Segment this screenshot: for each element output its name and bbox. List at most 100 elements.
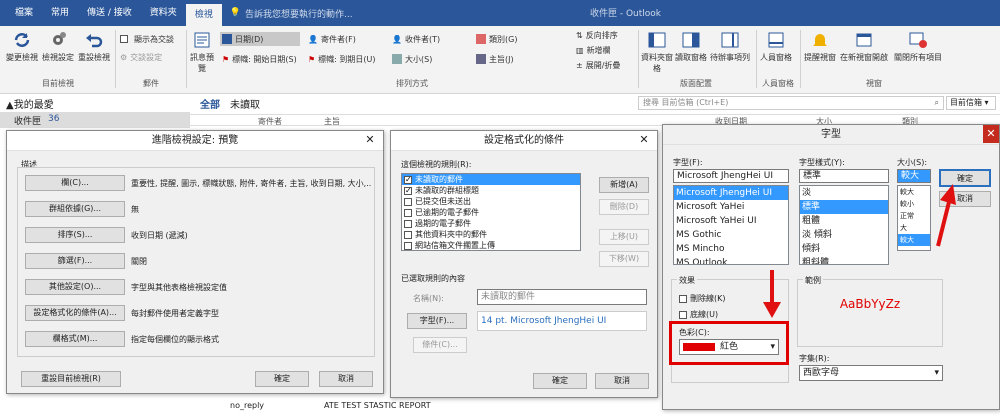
people-icon (768, 32, 784, 48)
checkbox-icon[interactable] (404, 241, 412, 250)
list-item[interactable]: 粗體 (800, 214, 888, 228)
reset-view-dialog-button[interactable]: 重設目前檢視(R) (21, 371, 121, 387)
close-all-button[interactable]: 關閉所有項目 (890, 30, 946, 63)
close-icon[interactable]: ✕ (983, 125, 999, 143)
arrange-subject[interactable]: 主旨(J) (474, 52, 516, 66)
open-new-window-button[interactable]: 在新視窗開啟 (838, 30, 890, 63)
favorites-header[interactable]: ▲我的最愛 (6, 96, 54, 111)
list-item[interactable]: 未讀取的群組標題 (402, 185, 580, 196)
rules-list[interactable]: 未讀取的郵件未讀取的群組標題已提交但未送出已逾期的電子郵件過期的電子郵件其他資料… (401, 173, 581, 251)
delete-rule-button[interactable]: 刪除(D) (599, 199, 649, 215)
adv-row-button[interactable]: 群組依據(G)... (25, 201, 125, 217)
font-style-field[interactable]: 標準 (799, 169, 889, 183)
adv-row-button[interactable]: 排序(S)... (25, 227, 125, 243)
close-icon[interactable]: ✕ (361, 131, 379, 149)
close-icon[interactable]: ✕ (635, 131, 653, 149)
font-name-field[interactable]: Microsoft JhengHei UI (673, 169, 789, 183)
list-item[interactable]: 未讀取的郵件 (402, 174, 580, 185)
font-button[interactable]: 字型(F)... (407, 313, 467, 329)
list-item[interactable]: MS Outlook (674, 256, 788, 264)
strikethrough-checkbox[interactable]: 刪除線(K) (679, 293, 726, 304)
list-item[interactable]: MS Gothic (674, 228, 788, 242)
underline-checkbox[interactable]: 底線(U) (679, 309, 718, 320)
list-item[interactable]: 粗斜體 (800, 256, 888, 264)
adv-row-button[interactable]: 其他設定(O)... (25, 279, 125, 295)
reading-pane-button[interactable]: 讀取窗格 (674, 30, 708, 63)
adv-row-button[interactable]: 篩選(F)... (25, 253, 125, 269)
list-item[interactable]: 淡 (800, 186, 888, 200)
rules-label: 這個檢視的規則(R): (401, 160, 472, 169)
message-preview-button[interactable]: 訊息預覽 (188, 30, 216, 74)
cancel-button[interactable]: 取消 (319, 371, 373, 387)
checkbox-icon[interactable] (404, 230, 412, 239)
reverse-sort-button[interactable]: ⇅ 反向排序 (574, 28, 620, 42)
tell-me-box[interactable]: 💡 告訴我您想要執行的動作... (230, 7, 353, 20)
list-item[interactable]: Microsoft YaHei (674, 200, 788, 214)
arrange-date[interactable]: 日期(D) (220, 32, 300, 46)
change-view-button[interactable]: 變更檢視 (4, 30, 40, 63)
script-select[interactable]: 西歐字母 ▾ (799, 365, 943, 381)
move-up-button[interactable]: 上移(U) (599, 229, 649, 245)
filter-all[interactable]: 全部 (200, 96, 220, 111)
move-down-button[interactable]: 下移(W) (599, 251, 649, 267)
adv-row-button[interactable]: 欄(C)... (25, 175, 125, 191)
list-item[interactable]: 過期的電子郵件 (402, 218, 580, 229)
people-pane-button[interactable]: 人員窗格 (758, 30, 794, 63)
show-as-conversation-checkbox[interactable]: 顯示為交談 (118, 32, 176, 46)
reset-view-button[interactable]: 重設檢視 (76, 30, 112, 63)
inbox-folder[interactable]: 收件匣 36 (0, 112, 190, 128)
col-from[interactable]: 寄件者 (258, 116, 282, 127)
sort-icon: ⇅ (576, 30, 583, 40)
mailbox-scope-select[interactable]: 目前信箱 ▾ (946, 96, 996, 110)
tab-folder[interactable]: 資料夾 (141, 4, 186, 22)
list-item[interactable]: 傾斜 (800, 242, 888, 256)
tab-home[interactable]: 常用 (42, 4, 78, 22)
add-rule-button[interactable]: 新增(A) (599, 177, 649, 193)
search-input[interactable]: 搜尋 目前信箱 (Ctrl+E) ⌕ (638, 96, 944, 110)
add-columns-button[interactable]: ▥ 新增欄 (574, 43, 613, 57)
arrange-categories[interactable]: 類別(G) (474, 32, 519, 46)
ok-button[interactable]: 確定 (255, 371, 309, 387)
ok-button[interactable]: 確定 (533, 373, 587, 389)
font-list[interactable]: Microsoft JhengHei UI Microsoft YaHei Micr… (673, 185, 789, 265)
list-item[interactable]: 標準 (800, 200, 888, 214)
checkbox-icon[interactable] (404, 185, 412, 196)
list-item[interactable]: MS Mincho (674, 242, 788, 256)
checkbox-icon[interactable] (404, 174, 412, 185)
font-style-list[interactable]: 淡標準 粗體淡 傾斜 傾斜 粗斜體 (799, 185, 889, 265)
expand-collapse-button[interactable]: ± 展開/折疊 (574, 58, 622, 72)
col-subject[interactable]: 主旨 (324, 116, 340, 127)
list-item[interactable]: 淡 傾斜 (800, 228, 888, 242)
checkbox-icon[interactable] (404, 219, 412, 228)
tab-view[interactable]: 檢視 (185, 4, 222, 26)
list-item[interactable]: 已提交但未送出 (402, 196, 580, 207)
arrange-from[interactable]: 👤 寄件者(F) (306, 32, 358, 46)
list-item[interactable]: Microsoft YaHei UI (674, 214, 788, 228)
color-select[interactable]: 紅色 ▾ (679, 339, 779, 355)
view-settings-button[interactable]: 檢視設定 (40, 30, 76, 63)
condition-button[interactable]: 條件(C)... (413, 337, 467, 353)
flag-icon: ⚑ (308, 54, 316, 64)
tab-send-receive[interactable]: 傳送 / 接收 (78, 4, 141, 22)
arrange-flag-due[interactable]: ⚑ 標幟: 到期日(U) (306, 52, 378, 66)
tab-file[interactable]: 檔案 (6, 4, 42, 22)
cancel-button[interactable]: 取消 (595, 373, 649, 389)
arrange-to[interactable]: 👤 收件者(T) (390, 32, 442, 46)
reminders-button[interactable]: 提醒視窗 (802, 30, 838, 63)
list-item[interactable]: 已逾期的電子郵件 (402, 207, 580, 218)
arrange-flag-start[interactable]: ⚑ 標幟: 開始日期(S) (220, 52, 299, 66)
folder-pane-button[interactable]: 資料夾窗格 (640, 30, 674, 74)
list-item[interactable]: Microsoft JhengHei UI (674, 186, 788, 200)
conversation-settings-button[interactable]: ⚙ 交談設定 (118, 50, 164, 64)
dialog-title: 進階檢視設定: 預覽 (151, 135, 239, 146)
todo-bar-button[interactable]: 待辦事項列 (708, 30, 752, 63)
arrange-size[interactable]: 大小(S) (390, 52, 434, 66)
rule-name-field[interactable]: 未讀取的郵件 (477, 289, 647, 305)
adv-row-button[interactable]: 設定格式化的條件(A)... (25, 305, 125, 321)
checkbox-icon[interactable] (404, 208, 412, 217)
list-item[interactable]: 其他資料夾中的郵件 (402, 229, 580, 240)
filter-unread[interactable]: 未讀取 (230, 96, 260, 111)
list-item[interactable]: 網站信箱文件擱置上傳 (402, 240, 580, 250)
checkbox-icon[interactable] (404, 197, 412, 206)
adv-row-button[interactable]: 欄格式(M)... (25, 331, 125, 347)
